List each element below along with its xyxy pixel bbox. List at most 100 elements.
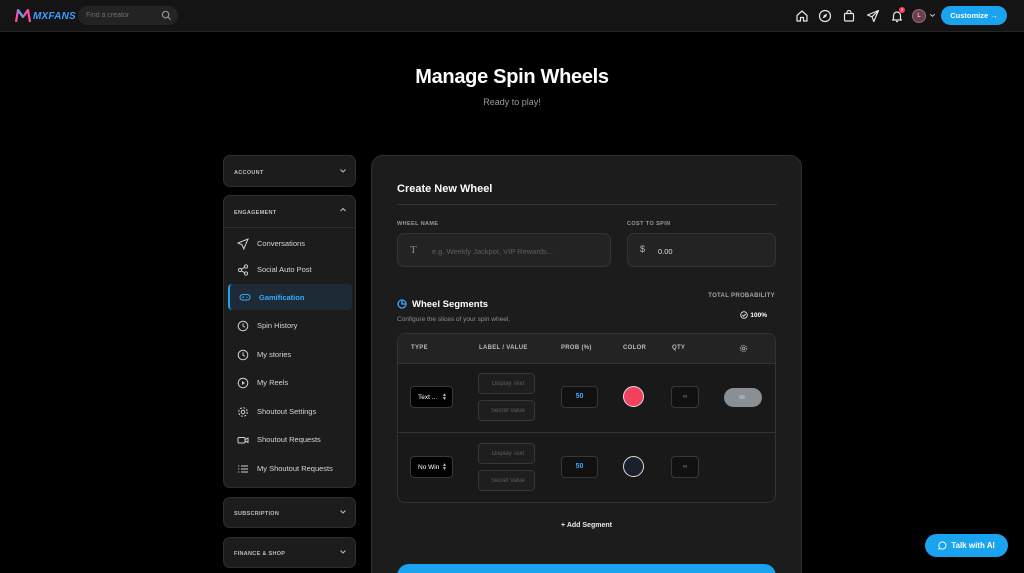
chevron-down-icon [340,169,346,173]
select-caret-icon: ▲ ▼ [442,392,447,402]
wheel-name-input[interactable] [432,245,602,257]
segments-table: TYPE LABEL / VALUE PROB (%) COLOR QTY Te… [397,333,776,503]
segment-type-value: No Win [418,463,440,471]
segment-type-select[interactable]: No Win ▲ ▼ [410,456,453,478]
sidebar-item-label: Shoutout Settings [257,407,317,416]
table-header: TYPE LABEL / VALUE PROB (%) COLOR QTY [398,334,775,364]
chevron-up-icon[interactable] [339,206,347,214]
gamepad-icon [239,294,251,301]
page-subtitle: Ready to play! [483,97,541,107]
display-text-field [478,443,535,464]
segment-toggle[interactable] [724,388,762,407]
sidebar-item-label: Spin History [257,321,298,330]
home-icon[interactable] [795,9,809,23]
sidebar-section-account[interactable]: ACCOUNT [223,155,356,187]
quantity-input[interactable]: ∞ [671,456,699,478]
probability-input[interactable]: 50 [561,456,598,478]
add-segment-button[interactable]: + Add Segment [372,522,801,529]
row-divider [398,432,775,433]
search-input[interactable] [86,9,158,22]
talk-with-ai-button[interactable]: Talk with AI [925,534,1008,557]
column-header-type: TYPE [411,345,428,351]
logo[interactable]: MXFANS [15,9,76,23]
column-header-qty: QTY [672,345,686,351]
chevron-down-icon [340,550,346,554]
shopping-bag-icon[interactable] [842,9,856,23]
total-probability-text: 100% [750,311,767,319]
sidebar-item-my-shoutout-requests[interactable]: My Shoutout Requests [228,456,352,481]
column-header-label: LABEL / VALUE [479,345,528,351]
secret-value-field [478,400,535,421]
cost-input[interactable] [658,245,758,257]
secret-value-input[interactable] [487,476,529,486]
compass-icon[interactable] [818,9,832,23]
clock-icon [237,349,249,360]
text-icon: T [410,244,417,256]
chat-bubble-icon [938,541,947,550]
total-probability-label: TOTAL PROBABILITY [708,293,775,299]
sidebar-item-conversations[interactable]: Conversations [228,231,352,256]
sidebar-item-shoutout-requests[interactable]: Shoutout Requests [228,427,352,452]
sidebar-item-label: My stories [257,350,292,359]
customize-button[interactable]: Customize → [941,6,1007,25]
share-icon [237,263,249,276]
section-label: FINANCE & SHOP [234,551,286,557]
clock-icon [237,320,249,331]
sidebar-item-label: Shoutout Requests [257,435,321,444]
display-text-input[interactable] [487,449,529,459]
select-caret-icon: ▲ ▼ [442,462,447,472]
wheel-name-label: WHEEL NAME [397,221,439,227]
send-icon[interactable] [866,9,880,23]
cost-to-spin-field: $ [627,233,776,267]
logo-text: MXFANS [33,10,76,22]
video-icon [237,436,249,443]
section-label: ACCOUNT [234,170,264,176]
chevron-down-icon[interactable] [929,12,936,19]
probability-input[interactable]: 50 [561,386,598,408]
gear-icon [238,406,248,417]
chevron-down-icon [340,510,346,514]
sidebar-item-shoutout-settings[interactable]: Shoutout Settings [228,399,352,424]
sidebar-item-spin-history[interactable]: Spin History [228,313,352,338]
sidebar-section-engagement: ENGAGEMENT Conversations Social Auto Pos… [223,195,356,488]
segment-type-select[interactable]: Text ... ▲ ▼ [410,386,453,408]
sidebar-item-label: My Reels [257,378,289,387]
currency-symbol: $ [640,244,646,254]
segments-subtitle: Configure the slices of your spin wheel. [397,316,511,323]
talk-with-ai-label: Talk with AI [951,541,995,550]
play-circle-icon [237,377,249,388]
divider [397,204,777,205]
search-icon[interactable] [161,10,172,21]
total-probability-value: 100% [740,311,767,319]
sidebar-item-label: Gamification [259,292,305,302]
quantity-input[interactable]: ∞ [671,386,699,408]
page-title: Manage Spin Wheels [415,66,609,88]
sidebar-item-label: Conversations [257,239,305,248]
column-header-color: COLOR [623,345,647,351]
create-wheel-button[interactable] [397,564,776,573]
sidebar-section-finance-shop[interactable]: FINANCE & SHOP [223,537,356,568]
sidebar-section-subscription[interactable]: SUBSCRIPTION [223,497,356,528]
settings-icon [739,344,748,353]
segment-type-value: Text ... [418,393,438,401]
notification-badge: 5 [899,7,905,13]
check-circle-icon [740,311,749,319]
toggle-knob [739,395,745,399]
segments-title: Wheel Segments [412,299,489,310]
sidebar-item-my-reels[interactable]: My Reels [228,370,352,395]
avatar[interactable]: L [912,9,926,23]
sidebar-item-label: Social Auto Post [257,265,312,274]
sidebar-item-my-stories[interactable]: My stories [228,342,352,367]
sidebar-item-social-auto-post[interactable]: Social Auto Post [228,257,352,282]
display-text-field [478,373,535,394]
logo-mark-icon [15,9,31,23]
secret-value-field [478,470,535,491]
sidebar-item-gamification[interactable]: Gamification [228,284,352,310]
pie-chart-icon [397,299,407,309]
color-swatch[interactable] [623,386,644,407]
display-text-input[interactable] [487,379,529,389]
color-swatch[interactable] [623,456,644,477]
secret-value-input[interactable] [487,406,529,416]
section-label: SUBSCRIPTION [234,511,280,517]
column-header-prob: PROB (%) [561,345,592,351]
